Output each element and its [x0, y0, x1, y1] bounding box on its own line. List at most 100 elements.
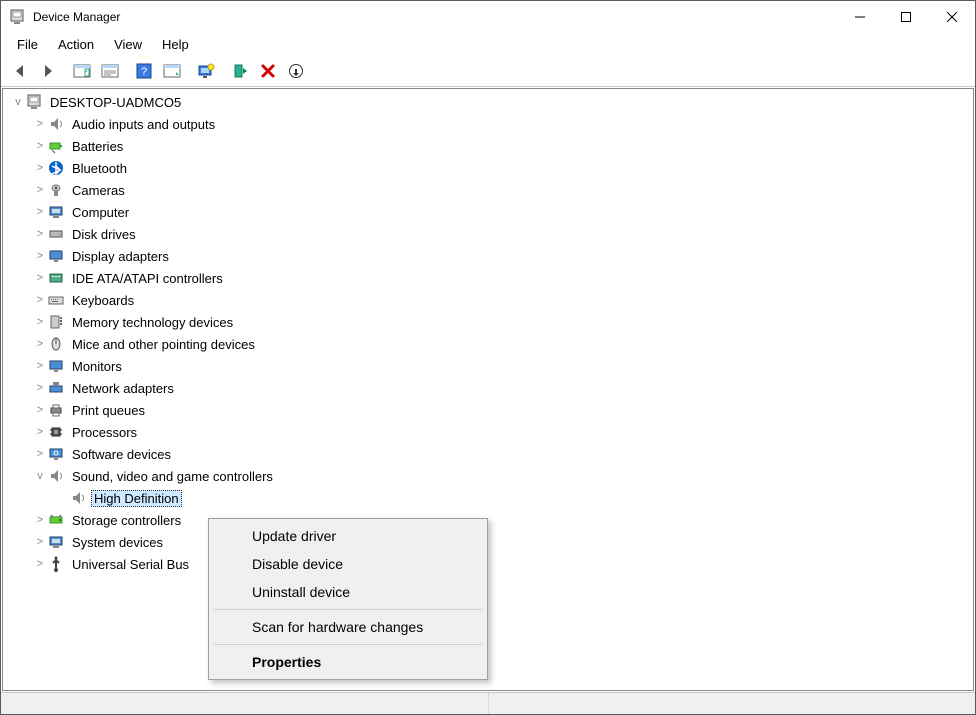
tree-item-label[interactable]: Print queues — [69, 402, 148, 419]
tree-category-memory[interactable]: > Memory technology devices — [7, 311, 969, 333]
expander-icon[interactable]: > — [33, 271, 47, 285]
tree-category-battery[interactable]: > Batteries — [7, 135, 969, 157]
expander-icon[interactable]: > — [33, 293, 47, 307]
tree-category-disk[interactable]: > Disk drives — [7, 223, 969, 245]
tree-category-camera[interactable]: > Cameras — [7, 179, 969, 201]
tree-category-printer[interactable]: > Print queues — [7, 399, 969, 421]
maximize-button[interactable] — [883, 1, 929, 33]
tree-item-label[interactable]: Cameras — [69, 182, 128, 199]
tree-item-label[interactable]: IDE ATA/ATAPI controllers — [69, 270, 226, 287]
tree-category-storage[interactable]: > Storage controllers — [7, 509, 969, 531]
tree-category-bluetooth[interactable]: > Bluetooth — [7, 157, 969, 179]
menu-help[interactable]: Help — [154, 35, 197, 54]
network-icon — [47, 379, 65, 397]
context-menu-item[interactable]: Update driver — [212, 522, 484, 550]
tree-item-label[interactable]: Disk drives — [69, 226, 139, 243]
expander-icon[interactable]: > — [33, 425, 47, 439]
expander-icon[interactable]: > — [33, 161, 47, 175]
tree-item-label[interactable]: Network adapters — [69, 380, 177, 397]
tree-item-label[interactable]: System devices — [69, 534, 166, 551]
tree-category-audio[interactable]: > Audio inputs and outputs — [7, 113, 969, 135]
tree-item-label[interactable]: Storage controllers — [69, 512, 184, 529]
toolbar-forward-button[interactable] — [35, 59, 61, 83]
toolbar-help-button[interactable]: ? — [131, 59, 157, 83]
memory-icon — [47, 313, 65, 331]
tree-item-label[interactable]: High Definition — [91, 490, 182, 507]
expander-icon[interactable]: > — [33, 557, 47, 571]
tree-item-label[interactable]: Keyboards — [69, 292, 137, 309]
expander-icon[interactable]: v — [11, 95, 25, 109]
computer-icon — [47, 203, 65, 221]
tree-item-label[interactable]: Processors — [69, 424, 140, 441]
device-tree-pane[interactable]: vDESKTOP-UADMCO5>Audio inputs and output… — [2, 88, 974, 691]
tree-item-label[interactable]: Mice and other pointing devices — [69, 336, 258, 353]
expander-icon[interactable]: > — [33, 513, 47, 527]
tree-item-label[interactable]: Universal Serial Bus — [69, 556, 192, 573]
menu-file[interactable]: File — [9, 35, 46, 54]
tree-item-label[interactable]: Display adapters — [69, 248, 172, 265]
device-manager-window: Device Manager File Action View Help — [0, 0, 976, 715]
tree-category-display[interactable]: > Display adapters — [7, 245, 969, 267]
tree-item-label[interactable]: Batteries — [69, 138, 126, 155]
processor-icon — [47, 423, 65, 441]
tree-item-label[interactable]: Monitors — [69, 358, 125, 375]
toolbar-show-console-tree-button[interactable] — [69, 59, 95, 83]
software-icon — [47, 445, 65, 463]
context-menu-item[interactable]: Scan for hardware changes — [212, 613, 484, 641]
status-cell-2 — [489, 693, 976, 714]
titlebar: Device Manager — [1, 1, 975, 33]
expander-icon[interactable]: > — [33, 117, 47, 131]
context-menu-separator — [214, 644, 482, 645]
expander-icon[interactable]: > — [33, 139, 47, 153]
keyboard-icon — [47, 291, 65, 309]
toolbar-enable-device-button[interactable] — [227, 59, 253, 83]
expander-icon[interactable]: > — [33, 381, 47, 395]
tree-category-processor[interactable]: > Processors — [7, 421, 969, 443]
expander-icon[interactable]: > — [33, 183, 47, 197]
toolbar-uninstall-button[interactable] — [255, 59, 281, 83]
tree-category-keyboard[interactable]: > Keyboards — [7, 289, 969, 311]
display-icon — [47, 247, 65, 265]
expander-icon[interactable]: > — [33, 205, 47, 219]
context-menu-item[interactable]: Uninstall device — [212, 578, 484, 606]
toolbar-back-button[interactable] — [7, 59, 33, 83]
toolbar-options-button[interactable] — [97, 59, 123, 83]
tree-device-speaker[interactable]: High Definition — [7, 487, 969, 509]
tree-category-computer[interactable]: > Computer — [7, 201, 969, 223]
tree-category-system[interactable]: > System devices — [7, 531, 969, 553]
expander-icon[interactable]: > — [33, 227, 47, 241]
expander-icon[interactable]: v — [33, 469, 47, 483]
tree-item-label[interactable]: Audio inputs and outputs — [69, 116, 218, 133]
context-menu-separator — [214, 609, 482, 610]
tree-root-node[interactable]: v DESKTOP-UADMCO5 — [7, 91, 969, 113]
toolbar-scan-hardware-button[interactable] — [283, 59, 309, 83]
tree-category-sound[interactable]: v Sound, video and game controllers — [7, 465, 969, 487]
tree-item-label[interactable]: Memory technology devices — [69, 314, 236, 331]
tree-category-software[interactable]: > Software devices — [7, 443, 969, 465]
tree-category-monitor[interactable]: > Monitors — [7, 355, 969, 377]
tree-category-usb[interactable]: > Universal Serial Bus — [7, 553, 969, 575]
tree-item-label[interactable]: Computer — [69, 204, 132, 221]
toolbar-help-topics-button[interactable] — [159, 59, 185, 83]
tree-category-network[interactable]: > Network adapters — [7, 377, 969, 399]
context-menu-item[interactable]: Properties — [212, 648, 484, 676]
tree-item-label[interactable]: Bluetooth — [69, 160, 130, 177]
context-menu-item[interactable]: Disable device — [212, 550, 484, 578]
tree-category-mouse[interactable]: > Mice and other pointing devices — [7, 333, 969, 355]
expander-icon[interactable]: > — [33, 315, 47, 329]
expander-icon[interactable]: > — [33, 249, 47, 263]
minimize-button[interactable] — [837, 1, 883, 33]
tree-item-label[interactable]: Sound, video and game controllers — [69, 468, 276, 485]
menu-view[interactable]: View — [106, 35, 150, 54]
tree-item-label[interactable]: Software devices — [69, 446, 174, 463]
expander-icon[interactable]: > — [33, 403, 47, 417]
tree-category-ide[interactable]: > IDE ATA/ATAPI controllers — [7, 267, 969, 289]
menu-action[interactable]: Action — [50, 35, 102, 54]
expander-icon[interactable]: > — [33, 359, 47, 373]
expander-icon[interactable]: > — [33, 447, 47, 461]
expander-icon[interactable]: > — [33, 337, 47, 351]
close-button[interactable] — [929, 1, 975, 33]
toolbar-update-driver-button[interactable] — [193, 59, 219, 83]
tree-item-label[interactable]: DESKTOP-UADMCO5 — [47, 94, 184, 111]
expander-icon[interactable]: > — [33, 535, 47, 549]
